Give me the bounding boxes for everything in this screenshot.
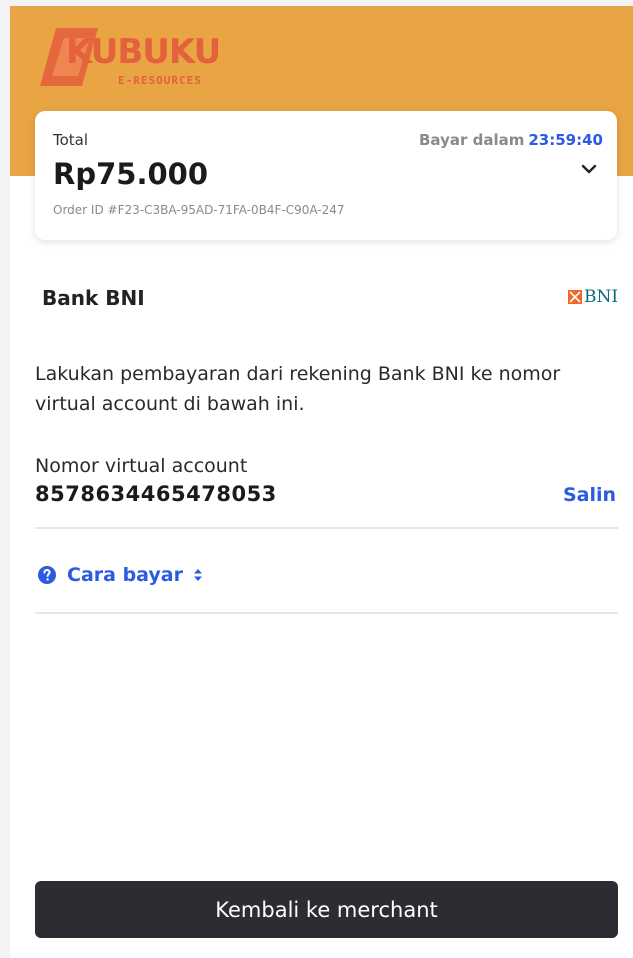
chevron-down-icon[interactable] <box>581 163 597 175</box>
virtual-account-label: Nomor virtual account <box>35 455 248 477</box>
logo-subtitle: E-RESOURCES <box>118 74 202 87</box>
logo-word: KUBUKU <box>66 32 221 72</box>
countdown-timer: 23:59:40 <box>528 131 603 149</box>
payment-summary-card[interactable]: Total Bayar dalam 23:59:40 Rp75.000 Order… <box>35 111 617 240</box>
how-to-pay-toggle[interactable]: Cara bayar <box>37 562 203 588</box>
virtual-account-number: 8578634465478053 <box>35 482 277 506</box>
help-icon <box>38 566 56 584</box>
page-edge-left <box>0 0 10 958</box>
pay-within: Bayar dalam 23:59:40 <box>419 131 603 149</box>
payment-instructions: Lakukan pembayaran dari rekening Bank BN… <box>35 363 561 415</box>
total-label: Total <box>53 131 89 149</box>
divider <box>35 612 618 614</box>
pay-within-label: Bayar dalam <box>419 131 525 149</box>
back-to-merchant-button[interactable]: Kembali ke merchant <box>35 881 618 938</box>
order-id: Order ID #F23-C3BA-95AD-71FA-0B4F-C90A-2… <box>53 203 345 217</box>
total-amount: Rp75.000 <box>53 157 208 191</box>
divider <box>35 527 618 529</box>
bni-logo-text: BNI <box>584 287 619 307</box>
brand-logo: KUBUKU E-RESOURCES <box>36 24 221 90</box>
bni-logo: BNI <box>568 287 618 307</box>
how-to-pay-label: Cara bayar <box>67 564 183 586</box>
sort-icon <box>194 569 202 581</box>
bni-mark-icon <box>568 290 582 304</box>
copy-button[interactable]: Salin <box>563 484 616 506</box>
bank-name: Bank BNI <box>42 286 145 310</box>
